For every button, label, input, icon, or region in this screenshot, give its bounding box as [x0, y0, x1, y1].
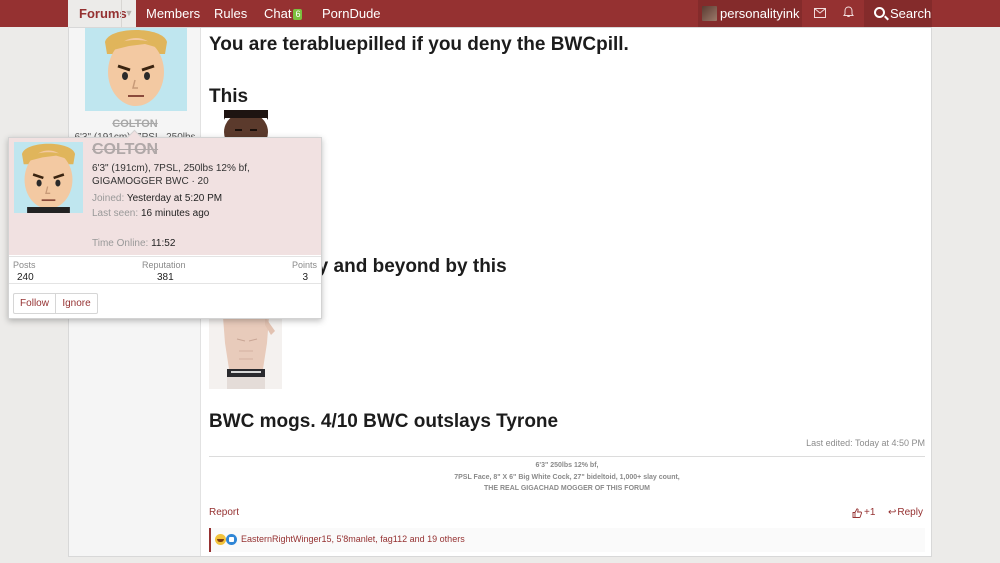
nav-tab-chat[interactable]: Chat 6	[264, 0, 303, 27]
signature-line-2: 7PSL Face, 8" X 6" Big White Cock, 27" b…	[454, 474, 680, 481]
like-reaction-icon	[226, 534, 237, 545]
envelope-icon	[814, 8, 826, 18]
like-count: +1	[864, 507, 876, 518]
report-link[interactable]: Report	[209, 507, 239, 518]
alerts-button[interactable]	[834, 0, 862, 27]
search-icon	[874, 7, 885, 18]
time-online-value: 11:52	[151, 238, 176, 249]
reputation-label: Reputation	[142, 260, 186, 270]
last-edited-note: Last edited: Today at 4:50 PM	[806, 438, 925, 448]
reputation-value: 381	[157, 272, 174, 283]
tooltip-username[interactable]: COLTON	[92, 141, 158, 159]
tooltip-joined: Joined: Yesterday at 5:20 PM	[92, 193, 222, 204]
post-heading-4: BWC mogs. 4/10 BWC outslays Tyrone	[209, 411, 559, 432]
nav-tab-rules[interactable]: Rules	[214, 0, 247, 27]
thumbs-up-icon	[852, 508, 862, 518]
post-heading-2: This	[209, 86, 249, 107]
search-button[interactable]: Search	[864, 0, 932, 27]
posts-label: Posts	[13, 260, 36, 270]
reactions-list[interactable]: EasternRightWinger15, 5'8manlet, fag112 …	[241, 534, 465, 544]
nav-tab-porndude[interactable]: PornDude	[322, 0, 381, 27]
follow-button[interactable]: Follow	[13, 293, 56, 314]
author-avatar[interactable]	[85, 28, 187, 111]
nav-tab-forums[interactable]: Forums ▼	[68, 0, 136, 27]
chevron-down-icon[interactable]: ▼	[121, 0, 136, 27]
post-image-2-picture	[209, 317, 282, 389]
last-seen-label: Last seen:	[92, 208, 139, 219]
post-heading-1: You are terabluepilled if you deny the B…	[209, 34, 629, 55]
bell-icon	[842, 6, 854, 17]
time-online-label: Time Online:	[92, 238, 149, 249]
post-image-2[interactable]	[209, 317, 282, 389]
account-menu[interactable]: personalityink…	[698, 0, 802, 27]
like-button[interactable]: +1	[852, 507, 875, 518]
reply-arrow-icon: ↩	[888, 507, 897, 518]
nav-tab-members[interactable]: Members	[146, 0, 200, 27]
tooltip-header: COLTON 6'3" (191cm), 7PSL, 250lbs 12% bf…	[9, 138, 321, 255]
points-label: Points	[291, 260, 317, 270]
points-value[interactable]: 3	[302, 272, 308, 283]
account-username: personalityink…	[720, 6, 800, 21]
tooltip-last-seen: Last seen: 16 minutes ago	[92, 208, 209, 219]
top-navigation-bar: Forums ▼ Members Rules Chat 6 PornDude pe…	[0, 0, 1000, 27]
reply-button[interactable]: ↩Reply	[888, 507, 923, 518]
nav-forums-label: Forums	[79, 6, 127, 21]
joined-value: Yesterday at 5:20 PM	[126, 193, 223, 204]
reply-label: Reply	[897, 507, 923, 518]
author-username[interactable]: COLTON	[69, 118, 201, 130]
laugh-reaction-icon	[215, 534, 226, 545]
user-avatar	[702, 6, 717, 21]
posts-value[interactable]: 240	[17, 272, 34, 283]
nav-chat-label: Chat	[264, 6, 292, 21]
member-tooltip: COLTON 6'3" (191cm), 7PSL, 250lbs 12% bf…	[8, 137, 322, 319]
tooltip-stats: Posts 240 Reputation 381 Points 3	[9, 256, 321, 284]
mii-avatar-image	[85, 28, 187, 111]
chat-count-badge: 6	[293, 9, 303, 20]
signature-line-3: THE REAL GIGACHAD MOGGER OF THIS FORUM	[484, 485, 650, 492]
signature-line-1: 6'3" 250lbs 12% bf,	[535, 462, 599, 469]
ignore-button[interactable]: Ignore	[56, 293, 98, 314]
tooltip-avatar[interactable]	[14, 142, 83, 213]
post-image-1-picture	[209, 110, 282, 140]
signature-divider	[209, 456, 925, 457]
post-image-1[interactable]	[209, 110, 282, 140]
tooltip-user-title: 6'3" (191cm), 7PSL, 250lbs 12% bf, GIGAM…	[92, 163, 250, 187]
reactions-bar[interactable]: EasternRightWinger15, 5'8manlet, fag112 …	[209, 528, 925, 552]
joined-label: Joined:	[92, 193, 125, 204]
inbox-button[interactable]	[806, 0, 834, 27]
search-label: Search	[890, 6, 932, 21]
tooltip-mii-avatar-image	[14, 142, 83, 213]
tooltip-time-online: Time Online: 11:52	[92, 238, 175, 249]
last-seen-value: 16 minutes ago	[140, 208, 210, 219]
